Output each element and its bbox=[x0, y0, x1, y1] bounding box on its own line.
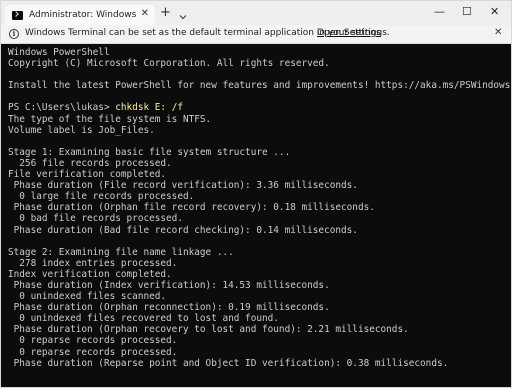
terminal-output[interactable]: Windows PowerShell Copyright (C) Microsof… bbox=[1, 44, 511, 387]
terminal-line: 0 large file records processed. bbox=[8, 191, 195, 203]
terminal-line: The type of the file system is NTFS. bbox=[8, 113, 212, 125]
open-settings-link[interactable]: Open Settings bbox=[317, 28, 381, 38]
terminal-line: Phase duration (Reparse point and Object… bbox=[8, 357, 449, 369]
maximize-button[interactable]: ☐ bbox=[462, 4, 472, 20]
terminal-line: Phase duration (Orphan reconnection): 0.… bbox=[8, 302, 330, 314]
terminal-line: Index verification completed. bbox=[8, 268, 172, 280]
terminal-line: Windows PowerShell bbox=[8, 47, 110, 58]
info-icon: i bbox=[9, 29, 19, 39]
title-bar: Administrator: Windows PowerS ✕ + — ☐ ✕ bbox=[1, 1, 511, 25]
terminal-line: 0 reparse records processed. bbox=[8, 335, 178, 347]
terminal-line: File verification completed. bbox=[8, 169, 167, 181]
terminal-line: 256 file records processed. bbox=[8, 157, 172, 169]
terminal-line: Phase duration (Bad file record checking… bbox=[8, 224, 358, 236]
command: chkdsk E: /f bbox=[115, 102, 183, 114]
command-line: PS C:\Users\lukas> chkdsk E: /f bbox=[8, 102, 511, 113]
terminal-line: Volume label is Job_Files. bbox=[8, 124, 155, 136]
terminal-line: Copyright (C) Microsoft Corporation. All… bbox=[8, 58, 330, 70]
new-tab-button[interactable]: + bbox=[160, 6, 171, 20]
infobar-close-icon[interactable]: ✕ bbox=[494, 27, 502, 38]
default-terminal-infobar: i Windows Terminal can be set as the def… bbox=[1, 25, 511, 44]
tab-powershell[interactable]: Administrator: Windows PowerS ✕ bbox=[5, 5, 155, 25]
terminal-line: Install the latest PowerShell for new fe… bbox=[8, 80, 511, 92]
terminal-line: 0 reparse records processed. bbox=[8, 346, 178, 358]
terminal-line: Phase duration (Orphan file record recov… bbox=[8, 202, 375, 214]
terminal-line: Phase duration (Orphan recovery to lost … bbox=[8, 324, 409, 336]
tab-title: Administrator: Windows PowerS bbox=[29, 10, 137, 20]
prompt: PS C:\Users\lukas> bbox=[8, 102, 116, 114]
terminal-line: 0 bad file records processed. bbox=[8, 213, 183, 225]
tab-close-icon[interactable]: ✕ bbox=[141, 8, 149, 20]
terminal-line: 278 index entries processed. bbox=[8, 257, 178, 269]
terminal-line: 0 unindexed files recovered to lost and … bbox=[8, 313, 279, 325]
chevron-down-icon[interactable] bbox=[178, 7, 188, 20]
terminal-line: Stage 1: Examining basic file system str… bbox=[8, 146, 291, 158]
terminal-line: 0 unindexed files scanned. bbox=[8, 291, 167, 303]
minimize-button[interactable]: — bbox=[434, 4, 445, 20]
terminal-line: Phase duration (Index verification): 14.… bbox=[8, 279, 330, 291]
terminal-window: Administrator: Windows PowerS ✕ + — ☐ ✕ … bbox=[0, 0, 512, 388]
powershell-icon bbox=[12, 10, 23, 20]
terminal-line: Stage 2: Examining file name linkage ... bbox=[8, 246, 234, 258]
terminal-line: Phase duration (File record verification… bbox=[8, 180, 358, 192]
close-button[interactable]: ✕ bbox=[490, 4, 499, 20]
